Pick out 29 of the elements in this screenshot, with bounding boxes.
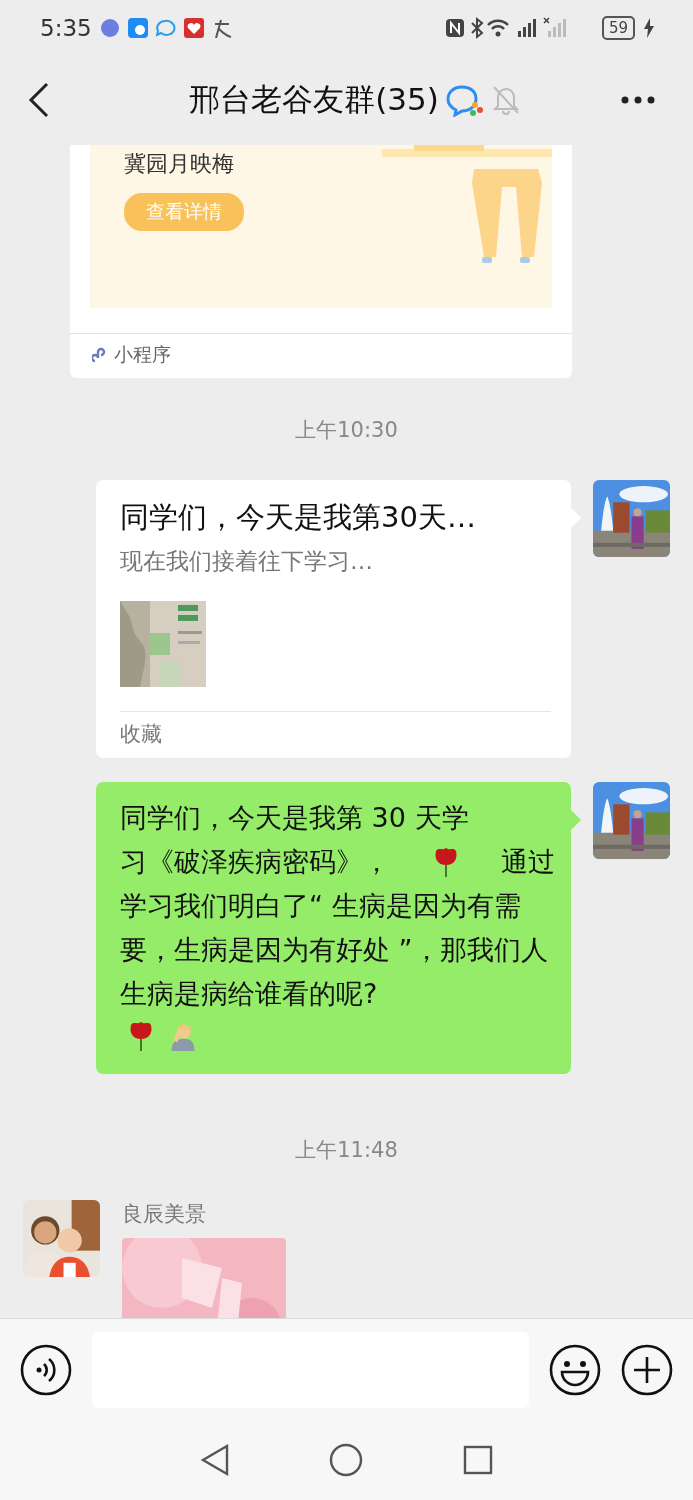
card-title: 冀园月映梅 xyxy=(124,150,234,178)
app-icon xyxy=(183,17,204,38)
message-text: 学习我们明白了“ 生病是因为有需要，生病是因为有好处 ”，那我们人生病是病给谁看的呢? xyxy=(120,889,549,1011)
card-source: 小程序 xyxy=(114,342,171,367)
status-time: 5:35 xyxy=(40,14,92,41)
message-title: 同学们，今天是我第30天… xyxy=(120,499,476,536)
more-icon[interactable] xyxy=(620,95,656,105)
back-icon[interactable] xyxy=(199,1443,230,1477)
message-text: 习《破泽疾病密码》， xyxy=(120,845,390,879)
chat-title: 邢台老谷友群(35) xyxy=(189,80,439,119)
add-icon[interactable] xyxy=(621,1343,673,1396)
mini-program-card[interactable]: 冀园月映梅 查看详情 小程序 xyxy=(70,145,572,378)
message-text: 同学们，今天是我第 30 天学 xyxy=(120,801,470,835)
back-icon[interactable] xyxy=(28,82,50,118)
message-text: 通过 xyxy=(501,845,555,879)
timestamp: 上午11:48 xyxy=(295,1137,398,1164)
timestamp: 上午10:30 xyxy=(295,417,398,444)
chat-bubbles-icon xyxy=(444,83,485,117)
charging-icon xyxy=(643,16,655,39)
sender-name: 良辰美景 xyxy=(122,1201,207,1228)
emoji-icon[interactable] xyxy=(549,1343,601,1396)
voice-icon[interactable] xyxy=(20,1343,72,1396)
message-preview: 现在我们接着往下学习… xyxy=(120,547,373,576)
home-icon[interactable] xyxy=(329,1443,364,1477)
battery-level: 59 xyxy=(601,15,635,40)
chat-icon xyxy=(155,17,176,38)
recents-icon[interactable] xyxy=(463,1445,494,1475)
favorite-message-card[interactable]: 同学们，今天是我第30天… 现在我们接着往下学习… 收藏 xyxy=(96,480,571,758)
favorite-label: 收藏 xyxy=(120,722,162,746)
